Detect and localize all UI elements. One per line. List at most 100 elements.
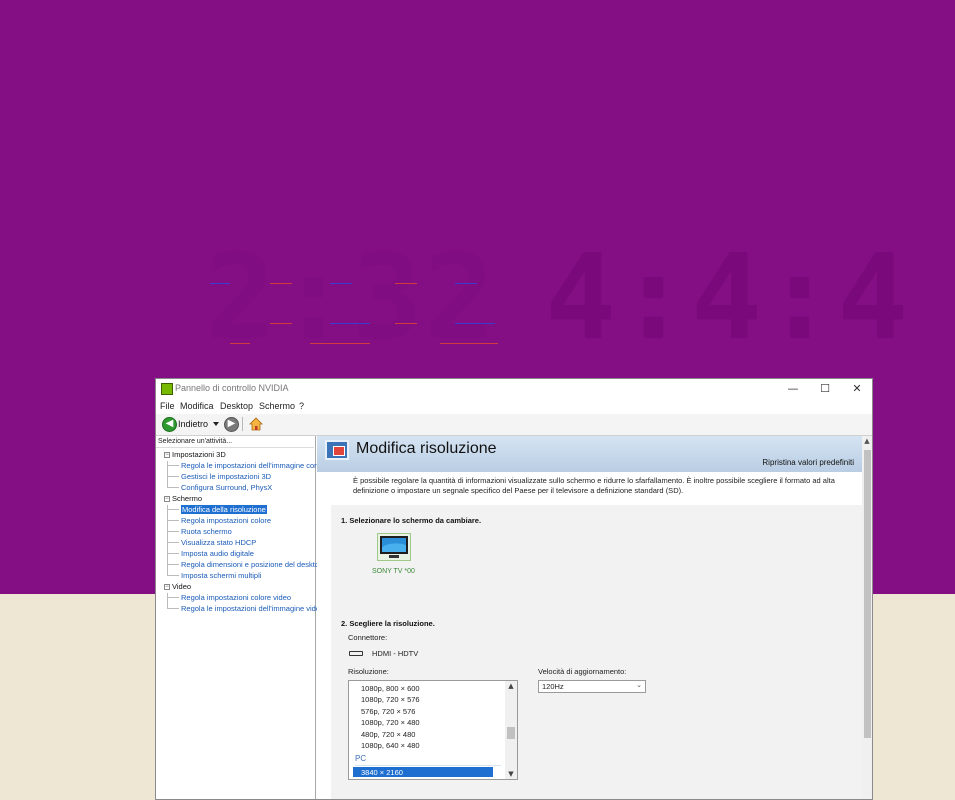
refresh-rate-value: 120Hz [542, 682, 564, 691]
tree-connector [167, 564, 179, 565]
title-bar[interactable]: Pannello di controllo NVIDIA — ☐ ✕ [156, 379, 872, 399]
tree-connector [167, 593, 168, 608]
content-header: Modifica risoluzione Ripristina valori p… [317, 436, 862, 472]
minimize-button[interactable]: — [780, 381, 806, 397]
toolbar: ◀ Indietro ▶ [156, 414, 872, 436]
resolution-option[interactable]: 576p, 720 × 576 [361, 707, 415, 716]
tree-item-video-color[interactable]: Regola impostazioni colore video [181, 593, 291, 602]
page-title: Modifica risoluzione [356, 440, 497, 457]
monitor-icon[interactable] [377, 533, 411, 561]
content-scroll-thumb[interactable] [864, 450, 871, 738]
wallpaper-stripe [455, 323, 495, 324]
menu-help[interactable]: ? [299, 401, 304, 411]
content-scrollbar[interactable]: ▲ [862, 436, 872, 799]
wallpaper-stripe [330, 283, 352, 284]
tree-group-video[interactable]: − Video [164, 582, 191, 591]
tree-connector [167, 608, 179, 609]
resolution-option[interactable]: 480p, 720 × 480 [361, 730, 415, 739]
wallpaper-stripe [210, 283, 230, 284]
scroll-down-icon[interactable]: ▼ [505, 769, 517, 779]
tree-group-label: Schermo [172, 494, 203, 503]
nvidia-control-panel-window: Pannello di controllo NVIDIA — ☐ ✕ File … [155, 378, 873, 800]
tree-item-adjust-image-3d[interactable]: Regola le impostazioni dell'immagine con [181, 461, 318, 470]
toolbar-separator [242, 417, 243, 431]
tree-item-hdcp-status[interactable]: Visualizza stato HDCP [181, 538, 256, 547]
resolution-option[interactable]: 1080p, 720 × 480 [361, 718, 420, 727]
refresh-rate-select[interactable]: 120Hz ⌄ [538, 680, 646, 693]
back-arrow-icon[interactable]: ◀ [162, 417, 177, 432]
hdmi-connector-icon [349, 651, 363, 656]
tree-item-rotate-display[interactable]: Ruota schermo [181, 527, 232, 536]
content-pane: Modifica risoluzione Ripristina valori p… [317, 436, 862, 799]
tree-group-3d-settings[interactable]: − Impostazioni 3D [164, 450, 226, 459]
tree-item-surround-physx[interactable]: Configura Surround, PhysX [181, 483, 272, 492]
wallpaper-stripe [330, 323, 370, 324]
collapse-icon[interactable]: − [164, 584, 170, 591]
wallpaper-stripe [455, 283, 477, 284]
back-button-label[interactable]: Indietro [178, 419, 208, 429]
tree-connector [167, 520, 179, 521]
close-button[interactable]: ✕ [844, 381, 870, 397]
wallpaper-stripe [270, 323, 292, 324]
tree-group-label: Video [172, 582, 192, 591]
task-area: 1. Selezionare lo schermo da cambiare. S… [331, 505, 862, 799]
resolution-option[interactable]: 1080p, 720 × 576 [361, 695, 420, 704]
refresh-rate-label: Velocità di aggiornamento: [538, 667, 627, 676]
resolution-option[interactable]: 1080p, 800 × 600 [361, 684, 420, 693]
tree-connector [167, 509, 179, 510]
step1-title: 1. Selezionare lo schermo da cambiare. [341, 516, 482, 525]
collapse-icon[interactable]: − [164, 496, 170, 503]
menu-file[interactable]: File [160, 401, 175, 411]
wallpaper-stripe [270, 283, 292, 284]
tree-item-video-image[interactable]: Regola le impostazioni dell'immagine vid… [181, 604, 320, 613]
resolution-category-pc: PC [355, 754, 367, 763]
resolution-option[interactable]: 1080p, 640 × 480 [361, 741, 420, 750]
tree-connector [167, 553, 179, 554]
scroll-up-icon[interactable]: ▲ [862, 436, 872, 446]
tree-item-manage-3d[interactable]: Gestisci le impostazioni 3D [181, 472, 271, 481]
resolution-listbox[interactable]: 1080p, 800 × 600 1080p, 720 × 576 576p, … [348, 680, 518, 780]
chevron-down-icon[interactable]: ⌄ [636, 681, 642, 689]
resolution-label: Risoluzione: [348, 667, 389, 676]
restore-defaults-link[interactable]: Ripristina valori predefiniti [762, 458, 854, 467]
nvidia-app-icon [161, 383, 173, 395]
tree-group-label: Impostazioni 3D [172, 450, 226, 459]
connector-value: HDMI - HDTV [372, 649, 419, 658]
wallpaper-stripe [230, 343, 250, 344]
wallpaper-stripe [310, 343, 370, 344]
menu-desktop[interactable]: Desktop [220, 401, 253, 411]
scroll-up-icon[interactable]: ▲ [505, 681, 517, 691]
tree-connector [167, 542, 179, 543]
step2-title: 2. Scegliere la risoluzione. [341, 619, 435, 628]
tree-item-digital-audio[interactable]: Imposta audio digitale [181, 549, 254, 558]
tree-connector [167, 465, 179, 466]
wallpaper-clock-right: 4:4:4 [545, 228, 911, 366]
tree-group-display[interactable]: − Schermo [164, 494, 202, 503]
window-title: Pannello di controllo NVIDIA [175, 383, 289, 393]
resolution-scrollbar[interactable]: ▲ ▼ [505, 681, 517, 779]
task-tree-pane: Selezionare un'attività... − Impostazioni… [156, 436, 323, 799]
forward-arrow-icon[interactable]: ▶ [224, 417, 239, 432]
tree-connector [167, 597, 179, 598]
menu-modifica[interactable]: Modifica [180, 401, 214, 411]
tree-connector [167, 531, 179, 532]
maximize-button[interactable]: ☐ [812, 381, 838, 397]
category-divider [355, 765, 501, 766]
display-label-sony-tv[interactable]: SONY TV *00 [372, 568, 415, 575]
collapse-icon[interactable]: − [164, 452, 170, 459]
task-tree-divider [156, 447, 314, 448]
task-tree-header: Selezionare un'attività... [158, 438, 233, 445]
tree-item-multiple-displays[interactable]: Imposta schermi multipli [181, 571, 261, 580]
menu-schermo[interactable]: Schermo [259, 401, 295, 411]
tree-item-color-settings[interactable]: Regola impostazioni colore [181, 516, 271, 525]
tree-item-change-resolution[interactable]: Modifica della risoluzione [181, 505, 267, 514]
tree-item-desktop-size[interactable]: Regola dimensioni e posizione del deskto… [181, 560, 323, 569]
display-settings-icon [325, 440, 349, 460]
resolution-scroll-thumb[interactable] [507, 727, 515, 739]
home-icon[interactable] [249, 417, 263, 431]
wallpaper-stripe [440, 343, 498, 344]
resolution-selected-option[interactable]: 3840 × 2160 [361, 768, 403, 777]
tree-connector [167, 575, 179, 576]
back-history-dropdown-icon[interactable] [213, 422, 219, 426]
wallpaper-stripe [395, 283, 417, 284]
